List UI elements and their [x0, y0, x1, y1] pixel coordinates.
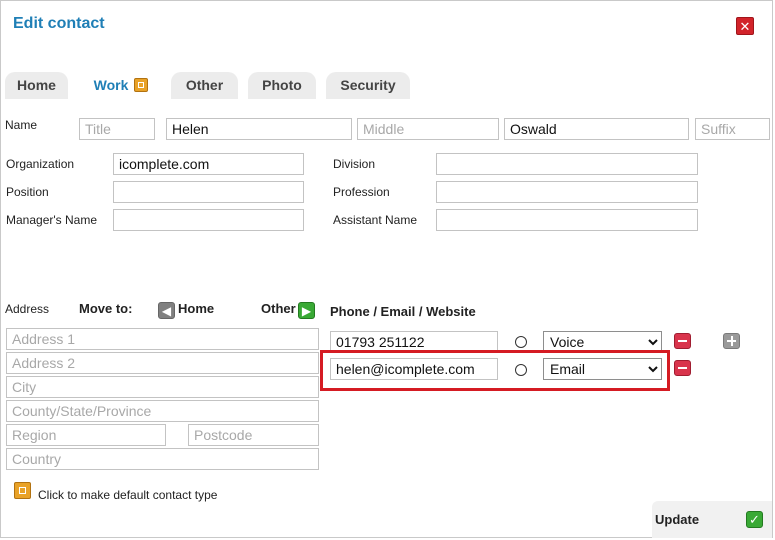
suffix-field[interactable]	[695, 118, 770, 140]
organization-field[interactable]	[113, 153, 304, 175]
move-to-label: Move to:	[79, 301, 133, 316]
arrow-right-icon[interactable]: ▶	[298, 302, 315, 319]
manager-name-field[interactable]	[113, 209, 304, 231]
division-label: Division	[333, 157, 376, 171]
address-label: Address	[5, 302, 50, 316]
contact-value-field[interactable]	[330, 358, 498, 380]
postcode-field[interactable]	[188, 424, 319, 446]
address2-field[interactable]	[6, 352, 319, 374]
close-icon[interactable]: ✕	[736, 17, 754, 35]
organization-label: Organization	[6, 157, 75, 171]
division-field[interactable]	[436, 153, 698, 175]
tab-home[interactable]: Home	[5, 72, 68, 99]
title-field[interactable]	[79, 118, 155, 140]
last-name-field[interactable]	[504, 118, 689, 140]
tab-other-label: Other	[185, 77, 224, 93]
tab-other[interactable]: Other	[171, 72, 238, 99]
tab-photo-label: Photo	[262, 77, 302, 93]
contact-type-select[interactable]: Voice	[543, 331, 662, 353]
first-name-field[interactable]	[166, 118, 352, 140]
tab-security[interactable]: Security	[326, 72, 410, 99]
arrow-left-icon[interactable]: ◀	[158, 302, 175, 319]
contacts-header: Phone / Email / Website	[330, 304, 476, 319]
edit-contact-dialog: Edit contact ✕ Home Work Other Photo Sec…	[0, 0, 773, 538]
move-home-link[interactable]: Home	[178, 301, 214, 316]
county-field[interactable]	[6, 400, 319, 422]
default-radio[interactable]	[515, 336, 527, 348]
update-label: Update	[655, 512, 700, 527]
profession-field[interactable]	[436, 181, 698, 203]
tab-home-label: Home	[17, 77, 56, 93]
remove-icon[interactable]	[674, 360, 691, 376]
edit-icon[interactable]	[134, 78, 149, 92]
middle-name-field[interactable]	[357, 118, 499, 140]
assistant-name-field[interactable]	[436, 209, 698, 231]
dialog-title: Edit contact	[13, 15, 105, 32]
contact-type-select[interactable]: Email	[543, 358, 662, 380]
contact-value-field[interactable]	[330, 331, 498, 353]
tab-work[interactable]: Work	[80, 72, 162, 99]
assistant-name-label: Assistant Name	[333, 213, 418, 227]
position-field[interactable]	[113, 181, 304, 203]
add-icon[interactable]	[723, 333, 740, 349]
default-hint-text: Click to make default contact type	[38, 488, 218, 502]
region-field[interactable]	[6, 424, 166, 446]
address1-field[interactable]	[6, 328, 319, 350]
manager-name-label: Manager's Name	[6, 213, 97, 227]
update-button[interactable]: Update ✓	[652, 501, 772, 538]
profession-label: Profession	[333, 185, 390, 199]
checkmark-icon[interactable]: ✓	[746, 511, 763, 528]
tab-security-label: Security	[340, 77, 396, 93]
tab-bar: Home Work Other Photo Security	[5, 72, 771, 99]
default-radio[interactable]	[515, 364, 527, 376]
country-field[interactable]	[6, 448, 319, 470]
tab-photo[interactable]: Photo	[248, 72, 316, 99]
move-other-link[interactable]: Other	[261, 301, 296, 316]
position-label: Position	[6, 185, 49, 199]
name-label: Name	[5, 118, 38, 132]
city-field[interactable]	[6, 376, 319, 398]
tab-work-label: Work	[93, 77, 129, 93]
remove-icon[interactable]	[674, 333, 691, 349]
default-contact-type-icon[interactable]	[14, 482, 31, 499]
